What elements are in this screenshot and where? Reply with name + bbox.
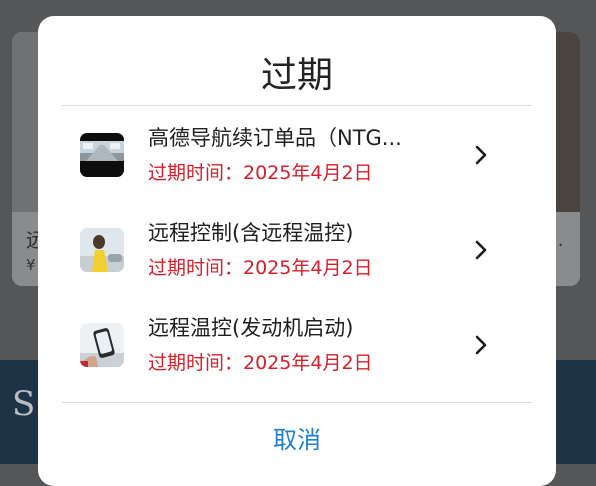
chevron-right-icon (470, 144, 492, 166)
item-expiry-date: 过期时间：2025年4月2日 (148, 257, 373, 279)
divider (62, 105, 532, 106)
cancel-button[interactable]: 取消 (38, 420, 556, 460)
item-name: 高德导航续订单品（NTG... (148, 126, 402, 150)
divider (62, 402, 532, 403)
item-name: 远程温控(发动机启动) (148, 316, 354, 340)
background-banner-text: S (12, 384, 36, 424)
dialog-title: 过期 (260, 55, 333, 96)
navigation-product-thumbnail (80, 133, 124, 177)
chevron-right-icon (470, 334, 492, 356)
remote-control-product-thumbnail (80, 228, 124, 272)
expired-item[interactable]: 高德导航续订单品（NTG... 过期时间：2025年4月2日 (38, 110, 556, 200)
item-expiry-date: 过期时间：2025年4月2日 (148, 352, 373, 374)
expired-item[interactable]: 远程温控(发动机启动) 过期时间：2025年4月2日 (38, 300, 556, 390)
remote-climate-product-thumbnail (80, 323, 124, 367)
item-name: 远程控制(含远程温控) (148, 221, 354, 245)
chevron-right-icon (470, 239, 492, 261)
item-expiry-date: 过期时间：2025年4月2日 (148, 162, 373, 184)
expired-services-dialog: 过期 高德导航续订单品（NTG... 过期时间：2025年4月2日 远程控制(含… (38, 16, 556, 486)
expired-item[interactable]: 远程控制(含远程温控) 过期时间：2025年4月2日 (38, 205, 556, 295)
background-card-price: ¥ (26, 256, 36, 274)
